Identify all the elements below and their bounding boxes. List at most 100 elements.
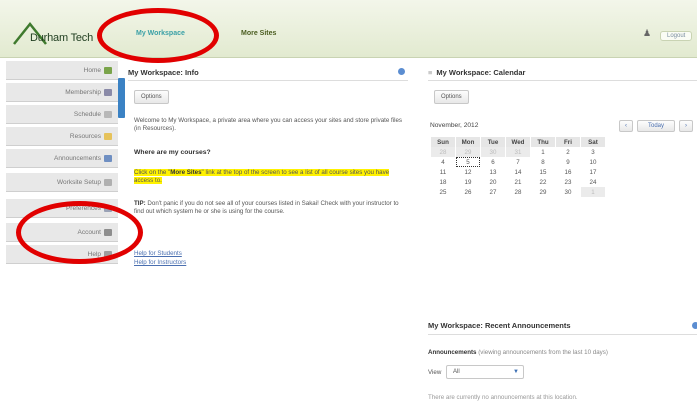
day-header: Thu bbox=[531, 137, 555, 147]
calendar-day[interactable]: 30 bbox=[556, 187, 580, 197]
sidebar-item-label: Schedule bbox=[73, 111, 101, 118]
calendar-next-button[interactable]: › bbox=[679, 120, 693, 132]
calendar-day[interactable]: 3 bbox=[581, 147, 605, 157]
calendar-day[interactable]: 7 bbox=[506, 157, 530, 167]
sidebar-item-announcements[interactable]: Announcements bbox=[6, 148, 118, 168]
calendar-day[interactable]: 2 bbox=[556, 147, 580, 157]
sidebar-item-label: Account bbox=[77, 229, 102, 236]
info-help-icon[interactable] bbox=[398, 68, 405, 75]
calendar-day[interactable]: 15 bbox=[531, 167, 555, 177]
announcements-help-icon[interactable] bbox=[692, 322, 697, 329]
help-for-students-link[interactable]: Help for Students bbox=[134, 250, 182, 257]
calendar-day[interactable]: 17 bbox=[581, 167, 605, 177]
calendar-day[interactable]: 4 bbox=[431, 157, 455, 167]
calendar-day[interactable]: 20 bbox=[481, 177, 505, 187]
announcements-empty-text: There are currently no announcements at … bbox=[428, 394, 578, 401]
chevron-down-icon: ▼ bbox=[513, 369, 519, 375]
info-options-button[interactable]: Options bbox=[134, 90, 169, 104]
calendar-day-today[interactable]: 5 bbox=[456, 157, 480, 167]
calendar-day[interactable]: 10 bbox=[581, 157, 605, 167]
logout-button[interactable]: Logout bbox=[660, 31, 693, 41]
help-icon bbox=[104, 250, 112, 258]
tab-more-sites[interactable]: More Sites bbox=[241, 30, 276, 37]
instructions-more-sites: More Sites bbox=[170, 169, 202, 176]
calendar-day[interactable]: 1 bbox=[531, 147, 555, 157]
day-header: Sat bbox=[581, 137, 605, 147]
calendar-day[interactable]: 13 bbox=[481, 167, 505, 177]
calendar-day[interactable]: 11 bbox=[431, 167, 455, 177]
calendar-day[interactable]: 6 bbox=[481, 157, 505, 167]
sidebar-item-account[interactable]: Account bbox=[6, 222, 118, 242]
tip-text: Don't panic if you do not see all of you… bbox=[134, 200, 399, 215]
view-select[interactable]: All ▼ bbox=[446, 365, 524, 379]
calendar-day[interactable]: 18 bbox=[431, 177, 455, 187]
calendar-title-text: My Workspace: Calendar bbox=[436, 68, 526, 77]
info-tip: TIP: Don't panic if you do not see all o… bbox=[134, 200, 406, 216]
day-header: Fri bbox=[556, 137, 580, 147]
calendar-month-label: November, 2012 bbox=[430, 122, 479, 129]
view-label: View bbox=[428, 369, 442, 376]
calendar-day[interactable]: 29 bbox=[456, 147, 480, 157]
sidebar-item-label: Worksite Setup bbox=[57, 179, 101, 186]
help-for-instructors-link[interactable]: Help for Instructors bbox=[134, 259, 186, 266]
day-header: Sun bbox=[431, 137, 455, 147]
calendar-day[interactable]: 8 bbox=[531, 157, 555, 167]
preferences-icon bbox=[104, 204, 112, 212]
sidebar-item-resources[interactable]: Resources bbox=[6, 126, 118, 146]
calendar-day[interactable]: 19 bbox=[456, 177, 480, 187]
calendar-prev-button[interactable]: ‹ bbox=[619, 120, 633, 132]
calendar-grid: Sun Mon Tue Wed Thu Fri Sat 28 29 30 31 … bbox=[430, 137, 606, 197]
sidebar-item-label: Resources bbox=[69, 133, 101, 140]
sidebar-item-label: Membership bbox=[65, 89, 101, 96]
announcements-divider bbox=[428, 334, 697, 335]
tab-my-workspace[interactable]: My Workspace bbox=[136, 30, 185, 37]
collapse-menu-handle[interactable] bbox=[118, 78, 125, 118]
tool-menu: Home Membership Schedule Resources Annou… bbox=[0, 58, 118, 288]
calendar-day[interactable]: 24 bbox=[581, 177, 605, 187]
sidebar-item-schedule[interactable]: Schedule bbox=[6, 104, 118, 124]
sidebar-item-help[interactable]: Help bbox=[6, 244, 118, 264]
user-icon[interactable]: ♟ bbox=[643, 28, 651, 39]
sidebar-item-worksite-setup[interactable]: Worksite Setup bbox=[6, 172, 118, 192]
calendar-day[interactable]: 21 bbox=[506, 177, 530, 187]
announcements-subtitle-text: (viewing announcements from the last 10 … bbox=[478, 349, 608, 356]
announcements-subtitle-label: Announcements bbox=[428, 349, 477, 356]
calendar-day[interactable]: 14 bbox=[506, 167, 530, 177]
calendar-day[interactable]: 27 bbox=[481, 187, 505, 197]
calendar-day[interactable]: 28 bbox=[506, 187, 530, 197]
calendar-day[interactable]: 26 bbox=[456, 187, 480, 197]
announcements-panel-title: My Workspace: Recent Announcements bbox=[428, 321, 571, 330]
calendar-day[interactable]: 28 bbox=[431, 147, 455, 157]
info-panel-title: My Workspace: Info bbox=[128, 68, 199, 77]
calendar-day[interactable]: 9 bbox=[556, 157, 580, 167]
view-select-value: All bbox=[453, 369, 460, 375]
calendar-day[interactable]: 30 bbox=[481, 147, 505, 157]
calendar-day[interactable]: 23 bbox=[556, 177, 580, 187]
info-divider bbox=[128, 80, 408, 81]
sidebar-item-label: Preferences bbox=[65, 205, 101, 212]
announcements-subtitle: Announcements (viewing announcements fro… bbox=[428, 349, 697, 357]
calendar-day[interactable]: 12 bbox=[456, 167, 480, 177]
calendar-today-button[interactable]: Today bbox=[637, 120, 675, 132]
calendar-day[interactable]: 31 bbox=[506, 147, 530, 157]
calendar-day[interactable]: 25 bbox=[431, 187, 455, 197]
membership-icon bbox=[104, 88, 112, 96]
sidebar-item-label: Help bbox=[87, 251, 101, 258]
day-header: Mon bbox=[456, 137, 480, 147]
sidebar-item-membership[interactable]: Membership bbox=[6, 82, 118, 102]
top-bar: Durham Tech My Workspace More Sites ♟ Lo… bbox=[0, 0, 697, 58]
sidebar-item-home[interactable]: Home bbox=[6, 60, 118, 80]
calendar-day[interactable]: 22 bbox=[531, 177, 555, 187]
calendar-options-button[interactable]: Options bbox=[434, 90, 469, 104]
sidebar-item-label: Announcements bbox=[54, 155, 101, 162]
info-heading: Where are my courses? bbox=[134, 149, 211, 156]
calendar-day[interactable]: 29 bbox=[531, 187, 555, 197]
sidebar-item-preferences[interactable]: Preferences bbox=[6, 198, 118, 218]
lock-icon bbox=[104, 228, 112, 236]
sidebar-item-label: Home bbox=[83, 67, 101, 74]
calendar-day[interactable]: 1 bbox=[581, 187, 605, 197]
site-logo[interactable]: Durham Tech bbox=[12, 20, 112, 48]
calendar-day[interactable]: 16 bbox=[556, 167, 580, 177]
day-header: Wed bbox=[506, 137, 530, 147]
folder-icon bbox=[104, 132, 112, 140]
